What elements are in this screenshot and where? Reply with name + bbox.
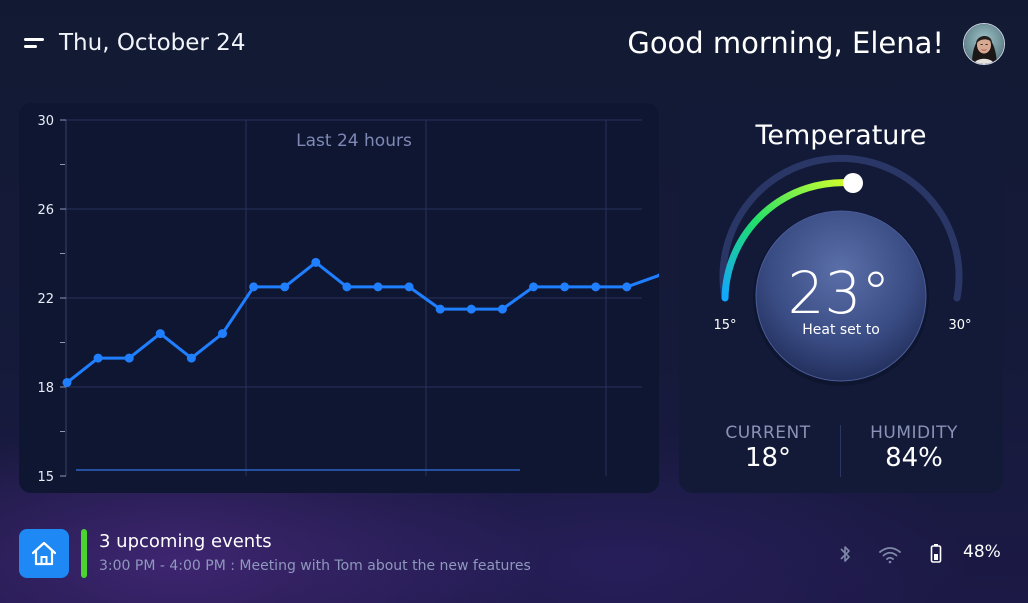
- data-point: [529, 282, 538, 292]
- y-tick-label: 22: [37, 292, 54, 307]
- humidity-value: 84%: [885, 443, 943, 473]
- event-detail[interactable]: 3:00 PM - 4:00 PM : Meeting with Tom abo…: [99, 558, 531, 574]
- event-indicator-bar: [81, 529, 87, 578]
- humidity-label: HUMIDITY: [870, 423, 958, 443]
- heat-mode-label: Heat set to: [802, 322, 880, 338]
- data-point: [249, 282, 259, 292]
- dial-handle: [843, 173, 863, 193]
- setpoint-value: 23°: [788, 259, 891, 327]
- current-date: Thu, October 24: [59, 30, 246, 56]
- dial-max-label: 30°: [948, 318, 971, 333]
- battery-icon: [930, 544, 942, 563]
- y-tick-label: 26: [37, 203, 54, 218]
- data-point: [591, 282, 601, 292]
- data-point: [93, 353, 103, 363]
- data-point: [124, 353, 134, 363]
- data-point: [218, 329, 227, 339]
- avatar[interactable]: [963, 23, 1005, 65]
- series-line: [65, 260, 666, 385]
- y-tick-label: 30: [37, 114, 54, 129]
- data-point: [155, 329, 165, 339]
- home-icon: [31, 541, 57, 566]
- data-point: [280, 282, 290, 292]
- events-title[interactable]: 3 upcoming events: [99, 531, 272, 552]
- humidity: HUMIDITY 84%: [849, 423, 979, 473]
- thermostat-card: Temperature 23° Heat set to 15° 30° CURR…: [679, 103, 1003, 493]
- stat-divider: [840, 425, 841, 477]
- data-point: [435, 304, 445, 314]
- current-label: CURRENT: [725, 423, 811, 443]
- current-value: 18°: [744, 443, 792, 473]
- temperature-history-chart: 30 26 22 18 15 Last 24 hours: [19, 103, 666, 493]
- data-point: [466, 304, 476, 314]
- current-temperature: CURRENT 18°: [703, 423, 833, 473]
- header: Thu, October 24 Good morning, Elena!: [0, 0, 1028, 90]
- data-point: [311, 257, 321, 267]
- data-point: [342, 282, 352, 292]
- battery-level: 48%: [963, 542, 1001, 562]
- home-button[interactable]: [19, 529, 69, 578]
- data-point: [560, 282, 570, 292]
- thermostat-dial[interactable]: 23° Heat set to 15° 30°: [679, 103, 1003, 403]
- data-point: [62, 378, 72, 388]
- wifi-icon[interactable]: [878, 544, 902, 564]
- greeting: Good morning, Elena!: [627, 26, 944, 60]
- bluetooth-icon[interactable]: [838, 544, 852, 564]
- dial-min-label: 15°: [713, 318, 736, 333]
- chart-svg: 30 26 22 18 15 Last 24 hours: [37, 114, 666, 485]
- y-tick-label: 18: [37, 381, 54, 396]
- y-tick-label: 15: [37, 470, 54, 485]
- data-point: [404, 282, 414, 292]
- data-point: [373, 282, 383, 292]
- chart-title: Last 24 hours: [296, 131, 412, 151]
- data-point: [622, 282, 632, 292]
- status-bar: 48%: [830, 540, 1010, 568]
- data-point: [497, 304, 507, 314]
- menu-icon[interactable]: [24, 36, 48, 52]
- data-point: [186, 353, 196, 363]
